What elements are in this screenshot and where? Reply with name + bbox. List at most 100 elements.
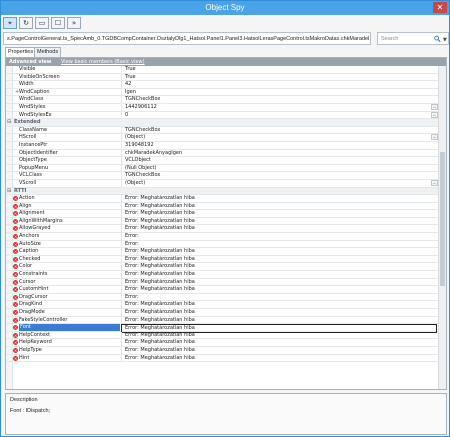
property-value[interactable]: chkMaradekAnyagIgen [121, 149, 437, 157]
property-row[interactable]: VCLClass TGNCheckBox [6, 172, 439, 180]
property-row[interactable]: VScroll (Object)... [6, 179, 439, 188]
property-row[interactable]: HScroll (Object)... [6, 134, 439, 142]
property-value[interactable]: Igen [121, 88, 437, 96]
property-row[interactable]: ObjectType VCLObject [6, 157, 439, 165]
property-value[interactable]: Error: Meghatározatlan hiba [121, 309, 437, 316]
property-row[interactable]: ObjectIdentifier chkMaradekAnyagIgen [6, 149, 439, 158]
basic-view-link[interactable]: View basic members (Basic view) [61, 59, 145, 65]
property-row[interactable]: × DragCursor Error: [6, 293, 439, 302]
property-value[interactable]: Error: Meghatározatlan hiba [121, 271, 437, 278]
title-bar[interactable]: Object Spy ✕ [1, 1, 449, 15]
property-row[interactable]: × Constraints Error: Meghatározatlan hiba [6, 271, 439, 279]
object-path-field[interactable]: s.PageControlGeneral.ts_SpecAmb_0.TGDBCo… [3, 32, 371, 45]
property-value[interactable]: Error: Meghatározatlan hiba [121, 331, 437, 339]
property-value[interactable]: Error: Meghatározatlan hiba [121, 255, 437, 263]
property-value[interactable]: Error: Meghatározatlan hiba [121, 217, 437, 225]
property-value[interactable]: Error: Meghatározatlan hiba [121, 263, 437, 271]
property-row[interactable]: × HelpType Error: Meghatározatlan hiba [6, 346, 439, 355]
property-row[interactable]: Visible True [6, 66, 439, 74]
property-value[interactable]: 1442906112 [121, 103, 437, 111]
property-row[interactable]: ClassName TGNCheckBox [6, 126, 439, 135]
property-value[interactable]: Error: Meghatározatlan hiba [121, 202, 437, 210]
property-value[interactable]: Error: [121, 293, 437, 301]
property-value[interactable]: 0 [121, 111, 437, 119]
error-icon: × [13, 256, 18, 262]
forward-icon[interactable]: » [67, 17, 81, 29]
property-row[interactable]: × AutoSize Error: [6, 240, 439, 249]
search-icon[interactable] [434, 35, 441, 43]
category-row[interactable]: ⊟ Extended [6, 119, 439, 127]
property-value[interactable]: Error: Meghatározatlan hiba [121, 278, 437, 286]
object-path-text: s.PageControlGeneral.ts_SpecAmb_0.TGDBCo… [7, 36, 369, 42]
property-row[interactable]: VisibleOnScreen True [6, 73, 439, 82]
property-value[interactable]: Error: Meghatározatlan hiba [121, 354, 437, 362]
property-value[interactable]: Error: Meghatározatlan hiba [121, 346, 437, 354]
property-value[interactable]: Error: Meghatározatlan hiba [121, 210, 437, 217]
category-row[interactable]: ⊟ RTTI [6, 187, 439, 196]
search-input[interactable]: Search ▼ [377, 32, 449, 45]
property-value[interactable]: VCLObject [121, 157, 437, 164]
property-row[interactable]: × Color Error: Meghatározatlan hiba [6, 263, 439, 272]
property-value[interactable]: Error: Meghatározatlan hiba [121, 195, 437, 202]
property-value[interactable]: (Object) [121, 179, 437, 187]
property-row[interactable]: InstancePtr 319048192 [6, 141, 439, 150]
property-value[interactable]: (Null Object) [121, 164, 437, 172]
property-row[interactable]: × Checked Error: Meghatározatlan hiba [6, 255, 439, 264]
property-value[interactable]: Error: Meghatározatlan hiba [121, 301, 437, 308]
property-row[interactable]: PopupMenu (Null Object) [6, 164, 439, 173]
property-row[interactable]: × Cursor Error: Meghatározatlan hiba [6, 278, 439, 287]
property-row[interactable]: × DragMode Error: Meghatározatlan hiba [6, 309, 439, 317]
ellipsis-button[interactable]: ... [431, 134, 438, 141]
property-row[interactable]: WndStylesEx 0... [6, 111, 439, 120]
property-value[interactable]: True [121, 73, 437, 81]
property-row[interactable]: × Hint Error: Meghatározatlan hiba [6, 354, 439, 363]
property-row[interactable]: × AllowGrayed Error: Meghatározatlan hiba [6, 225, 439, 234]
property-value[interactable]: Error: [121, 240, 437, 248]
tab-methods[interactable]: Methods [34, 47, 62, 57]
ellipsis-button[interactable]: ... [431, 103, 438, 110]
property-row[interactable]: × DragKind Error: Meghatározatlan hiba [6, 301, 439, 309]
property-value[interactable]: 42 [121, 81, 437, 88]
property-row[interactable]: × Font Error: Meghatározatlan hiba [6, 324, 439, 333]
property-row[interactable]: × Anchors Error: [6, 233, 439, 241]
property-row[interactable]: × Action Error: Meghatározatlan hiba [6, 195, 439, 203]
property-value[interactable]: (Object) [121, 134, 437, 141]
checkbox-icon[interactable]: ☐ [51, 17, 65, 29]
property-value[interactable]: Error: Meghatározatlan hiba [121, 286, 437, 293]
property-value[interactable]: Error: [121, 233, 437, 240]
property-value[interactable]: 319048192 [121, 141, 437, 149]
vertical-scrollbar[interactable] [438, 66, 446, 389]
property-row[interactable]: × AlignWithMargins Error: Meghatározatlan … [6, 217, 439, 226]
property-row[interactable]: × CustomHint Error: Meghatározatlan hiba [6, 286, 439, 294]
property-row[interactable]: WndStyles 1442906112... [6, 103, 439, 112]
property-row[interactable]: × Caption Error: Meghatározatlan hiba [6, 248, 439, 256]
collapse-icon[interactable]: ⊟ [7, 188, 11, 195]
property-row[interactable]: + WndCaption Igen [6, 88, 439, 97]
refresh-icon[interactable]: ↻ [19, 17, 33, 29]
ellipsis-button[interactable]: ... [431, 111, 438, 118]
property-value[interactable]: Error: Meghatározatlan hiba [121, 248, 437, 255]
property-row[interactable]: × Align Error: Meghatározatlan hiba [6, 202, 439, 211]
property-row[interactable]: Width 42 [6, 81, 439, 89]
search-dropdown-icon[interactable]: ▼ [443, 37, 447, 43]
property-value[interactable]: TGNCheckBox [121, 172, 437, 179]
property-value[interactable]: Error: Meghatározatlan hiba [121, 316, 437, 324]
property-value[interactable]: TGNCheckBox [121, 96, 437, 103]
property-value[interactable]: TGNCheckBox [121, 126, 437, 134]
close-button[interactable]: ✕ [433, 2, 447, 13]
property-value[interactable]: True [121, 66, 437, 73]
property-value[interactable]: Error: Meghatározatlan hiba [121, 225, 437, 233]
ellipsis-button[interactable]: ... [431, 179, 438, 186]
search-placeholder: Search [381, 36, 399, 42]
highlight-icon[interactable]: ▭ [35, 17, 49, 29]
crosshair-icon[interactable]: ⌖ [3, 17, 17, 29]
scrollbar-thumb[interactable] [440, 152, 445, 286]
property-row[interactable]: × FakeStyleController Error: Meghatározatl… [6, 316, 439, 325]
property-value[interactable]: Error: Meghatározatlan hiba [121, 339, 437, 346]
tab-properties[interactable]: Properties [5, 47, 37, 57]
property-row[interactable]: WndClass TGNCheckBox [6, 96, 439, 104]
property-row[interactable]: × Alignment Error: Meghatározatlan hiba [6, 210, 439, 218]
property-row[interactable]: × HelpKeyword Error: Meghatározatlan hiba [6, 339, 439, 347]
collapse-icon[interactable]: ⊟ [7, 119, 11, 126]
property-row[interactable]: × HelpContext Error: Meghatározatlan hiba [6, 331, 439, 340]
